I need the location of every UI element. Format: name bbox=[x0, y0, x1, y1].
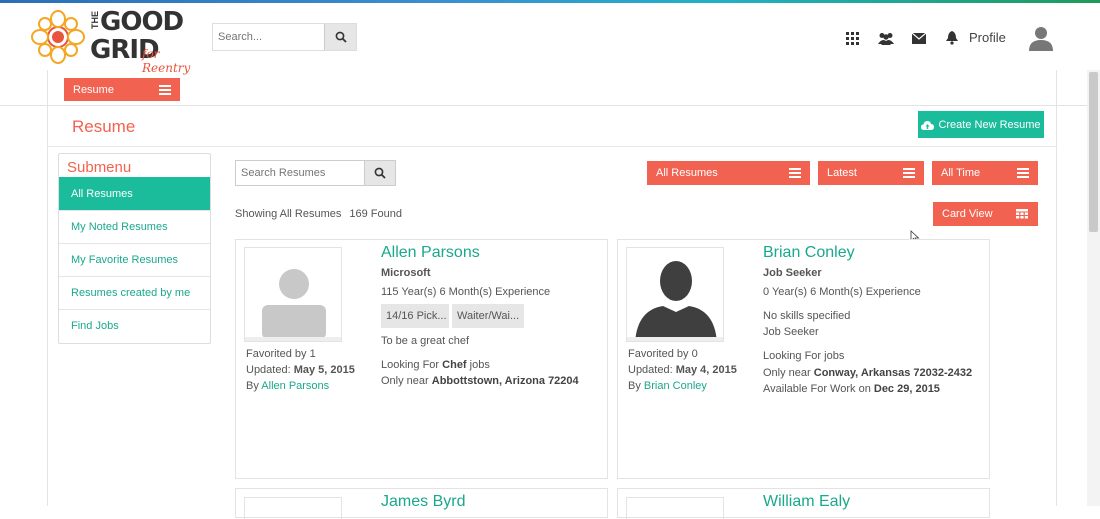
skill-tag[interactable]: Waiter/Wai... bbox=[452, 304, 524, 328]
avatar bbox=[244, 497, 342, 519]
search-icon bbox=[374, 167, 386, 179]
created-by: By Brian Conley bbox=[628, 380, 707, 392]
created-by-link[interactable]: Brian Conley bbox=[644, 380, 707, 392]
users-button[interactable] bbox=[869, 28, 902, 48]
cloud-upload-icon bbox=[921, 120, 935, 130]
messages-button[interactable] bbox=[902, 28, 935, 48]
divider bbox=[0, 105, 1100, 106]
updated-date: Updated: May 4, 2015 bbox=[628, 364, 737, 376]
candidate-name[interactable]: James Byrd bbox=[381, 493, 465, 511]
card-view-label: Card View bbox=[942, 208, 993, 220]
location: Only near Conway, Arkansas 72032-2432 bbox=[763, 367, 973, 379]
favorited-count: Favorited by 1 bbox=[246, 348, 316, 360]
hamburger-icon bbox=[789, 168, 801, 178]
hamburger-icon bbox=[903, 168, 915, 178]
candidate-company: Job Seeker bbox=[763, 267, 822, 279]
gear-flower-logo-icon bbox=[31, 10, 85, 64]
bell-icon bbox=[945, 31, 958, 45]
search-icon bbox=[335, 31, 347, 43]
hamburger-icon bbox=[159, 84, 171, 95]
user-silhouette-icon bbox=[635, 261, 717, 341]
create-new-resume-label: Create New Resume bbox=[938, 118, 1041, 131]
submenu-title: Submenu bbox=[67, 159, 132, 176]
filter-all-label: All Resumes bbox=[656, 167, 718, 179]
notifications-button[interactable] bbox=[935, 28, 968, 48]
created-by: By Allen Parsons bbox=[246, 380, 330, 392]
card-view-toggle[interactable]: Card View bbox=[933, 202, 1038, 226]
apps-button[interactable] bbox=[836, 28, 869, 48]
candidate-name[interactable]: William Ealy bbox=[763, 493, 850, 511]
skill-tag[interactable]: 14/16 Pick... bbox=[381, 304, 449, 328]
candidate-company: Microsoft bbox=[381, 267, 431, 279]
hamburger-icon bbox=[1017, 168, 1029, 178]
looking-for: Looking For jobs bbox=[763, 350, 845, 362]
submenu-item-favorite-resumes[interactable]: My Favorite Resumes bbox=[59, 243, 210, 276]
page-scrollbar[interactable] bbox=[1087, 70, 1100, 506]
sort-latest-label: Latest bbox=[827, 167, 857, 179]
availability: Available For Work on Dec 29, 2015 bbox=[763, 383, 940, 395]
resume-card[interactable]: Brian Conley Job Seeker 0 Year(s) 6 Mont… bbox=[617, 239, 990, 479]
candidate-experience: 0 Year(s) 6 Month(s) Experience bbox=[763, 286, 921, 298]
avatar-icon[interactable] bbox=[1029, 25, 1053, 51]
candidate-summary: To be a great chef bbox=[381, 335, 470, 347]
logo-the: THE bbox=[90, 11, 100, 29]
apps-grid-icon bbox=[846, 31, 859, 45]
submenu-item-find-jobs[interactable]: Find Jobs bbox=[59, 309, 210, 342]
resume-card[interactable]: Allen Parsons Microsoft 115 Year(s) 6 Mo… bbox=[235, 239, 608, 479]
created-by-link[interactable]: Allen Parsons bbox=[261, 380, 329, 392]
profile-link[interactable]: Profile bbox=[969, 30, 1006, 45]
updated-date: Updated: May 5, 2015 bbox=[246, 364, 355, 376]
create-new-resume-button[interactable]: Create New Resume bbox=[918, 111, 1044, 138]
sort-latest-dropdown[interactable]: Latest bbox=[818, 161, 924, 185]
default-user-icon bbox=[262, 269, 326, 339]
site-logo[interactable]: THE GOOD GRID for Reentry bbox=[30, 7, 210, 75]
resume-card[interactable]: William Ealy bbox=[617, 488, 990, 519]
candidate-experience: 115 Year(s) 6 Month(s) Experience bbox=[381, 286, 551, 298]
time-range-dropdown[interactable]: All Time bbox=[932, 161, 1038, 185]
results-summary: Showing All Resumes 169 Found bbox=[235, 208, 402, 220]
submenu-panel: Submenu All Resumes My Noted Resumes My … bbox=[58, 153, 211, 344]
resume-search bbox=[235, 160, 396, 186]
top-search-input[interactable] bbox=[213, 24, 326, 50]
resume-menu-button[interactable]: Resume bbox=[64, 78, 180, 101]
envelope-icon bbox=[911, 32, 926, 44]
looking-for: Looking For Chef jobs bbox=[381, 359, 490, 371]
candidate-name[interactable]: Allen Parsons bbox=[381, 244, 480, 262]
top-search bbox=[212, 23, 357, 51]
top-search-button[interactable] bbox=[324, 24, 356, 50]
scrollbar-thumb[interactable] bbox=[1089, 72, 1098, 232]
divider bbox=[47, 146, 1057, 147]
avatar bbox=[244, 247, 342, 342]
submenu-item-noted-resumes[interactable]: My Noted Resumes bbox=[59, 210, 210, 243]
results-showing-text: Showing All Resumes bbox=[235, 208, 342, 220]
favorited-count: Favorited by 0 bbox=[628, 348, 698, 360]
submenu-item-all-resumes[interactable]: All Resumes bbox=[59, 177, 210, 210]
resume-card[interactable]: James Byrd bbox=[235, 488, 608, 519]
results-count: 169 Found bbox=[349, 208, 402, 220]
nav-icons bbox=[836, 28, 968, 48]
logo-good: GOOD bbox=[100, 7, 184, 37]
time-range-label: All Time bbox=[941, 167, 981, 179]
resume-search-input[interactable] bbox=[236, 161, 364, 185]
submenu-item-created-by-me[interactable]: Resumes created by me bbox=[59, 276, 210, 309]
users-icon bbox=[877, 32, 894, 45]
avatar bbox=[626, 497, 724, 519]
header: THE GOOD GRID for Reentry Search... Prof… bbox=[0, 3, 1100, 75]
resume-menu-label: Resume bbox=[73, 83, 114, 96]
page-title: Resume bbox=[72, 117, 136, 136]
filter-all-resumes-dropdown[interactable]: All Resumes bbox=[647, 161, 810, 185]
table-grid-icon bbox=[1016, 209, 1028, 219]
avatar bbox=[626, 247, 724, 342]
candidate-summary: Job Seeker bbox=[763, 326, 819, 338]
candidate-name[interactable]: Brian Conley bbox=[763, 244, 855, 262]
resume-search-button[interactable] bbox=[364, 161, 395, 185]
no-skills-text: No skills specified bbox=[763, 310, 851, 322]
location: Only near Abbottstown, Arizona 72204 bbox=[381, 375, 579, 387]
